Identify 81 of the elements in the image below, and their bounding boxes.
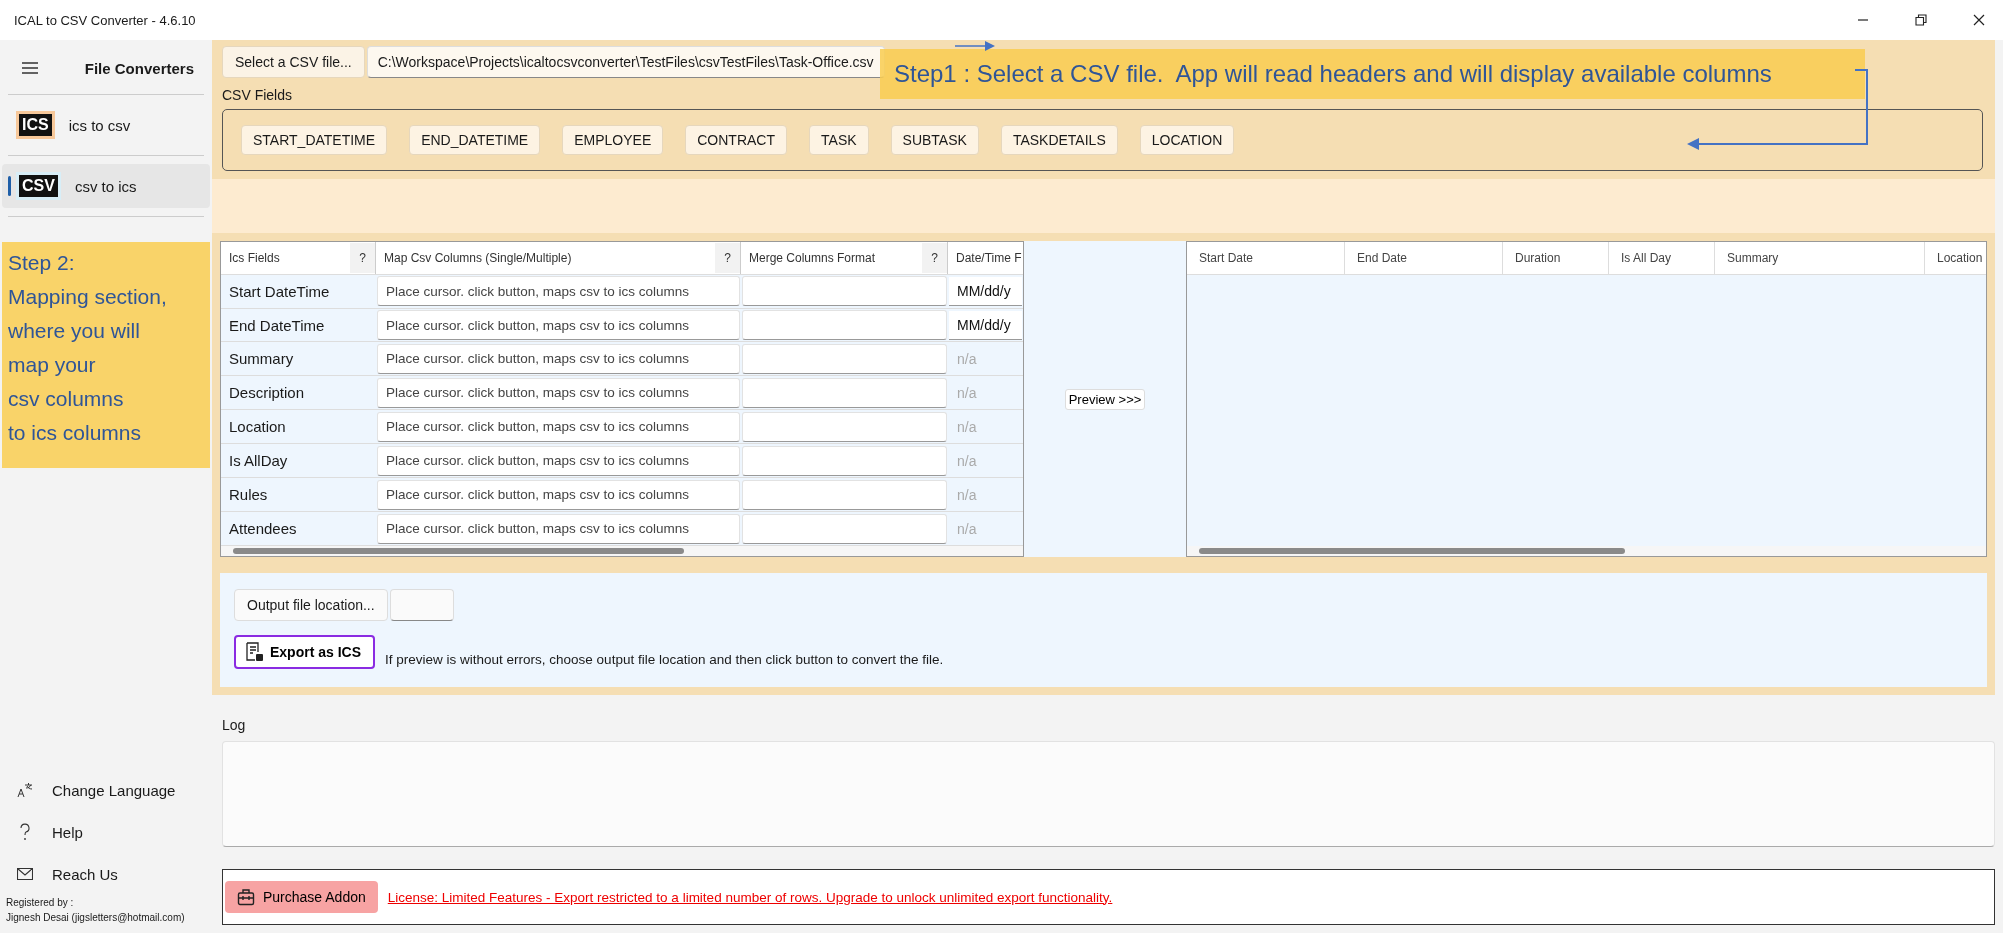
scrollbar[interactable] bbox=[221, 546, 1023, 556]
format-input[interactable] bbox=[742, 377, 947, 408]
date-format-field[interactable]: MM/dd/y bbox=[949, 310, 1022, 340]
csv-field-chip[interactable]: START_DATETIME bbox=[241, 125, 388, 155]
mapping-input[interactable]: Place cursor. click button, maps csv to ics columns bbox=[377, 310, 740, 340]
table-cell: Is AllDay bbox=[229, 452, 288, 470]
registration-text: Jignesh Desai (jigsletters@hotmail.com) bbox=[6, 911, 186, 925]
section-label: CSV Fields bbox=[222, 87, 294, 103]
restore-icon[interactable] bbox=[1915, 14, 1927, 26]
column-header: Start Date bbox=[1199, 251, 1254, 265]
output-location-button[interactable]: Output file location... bbox=[234, 589, 388, 621]
menu-icon[interactable] bbox=[22, 62, 38, 74]
csv-field-chip[interactable]: SUBTASK bbox=[890, 125, 979, 155]
window-title: ICAL to CSV Converter - 4.6.10 bbox=[14, 12, 196, 28]
language-icon bbox=[17, 782, 33, 798]
csv-field-chip[interactable]: TASK bbox=[809, 125, 869, 155]
file-path-field[interactable]: C:\Workspace\Projects\icaltocsvconverter\TestFiles\csvTestFiles\Task-Office.csv bbox=[366, 46, 885, 78]
output-path-field[interactable] bbox=[389, 589, 454, 621]
table-cell: Summary bbox=[229, 350, 294, 368]
format-input[interactable] bbox=[742, 411, 947, 442]
table-cell: End DateTime bbox=[229, 316, 325, 334]
preview-button[interactable]: Preview >>> bbox=[1064, 388, 1146, 410]
document-icon bbox=[246, 642, 264, 662]
format-input[interactable] bbox=[742, 479, 947, 510]
registration-text: Registered by : bbox=[6, 896, 75, 910]
callout-arrow bbox=[955, 40, 995, 52]
sidebar-link[interactable]: Help bbox=[0, 811, 212, 853]
csv-field-chip[interactable]: EMPLOYEE bbox=[562, 125, 664, 155]
help-button[interactable]: ? bbox=[922, 242, 947, 273]
column-header: Duration bbox=[1515, 251, 1561, 265]
help-icon bbox=[19, 823, 31, 841]
help-button[interactable]: ? bbox=[350, 242, 375, 273]
sidebar-item[interactable]: ICS ics to csv bbox=[2, 103, 210, 147]
date-format-field: n/a bbox=[949, 344, 1022, 373]
date-format-field: n/a bbox=[949, 446, 1022, 475]
file-badge-icon: ICS bbox=[16, 111, 55, 139]
mapping-input[interactable]: Place cursor. click button, maps csv to ics columns bbox=[377, 276, 740, 307]
scrollbar[interactable] bbox=[1187, 546, 1986, 556]
table-cell: Attendees bbox=[229, 520, 297, 538]
column-header: Merge Columns Format bbox=[749, 250, 876, 265]
format-input[interactable] bbox=[742, 445, 947, 476]
close-icon[interactable] bbox=[1973, 14, 1985, 26]
format-input[interactable] bbox=[742, 310, 947, 340]
date-format-field: n/a bbox=[949, 514, 1022, 543]
column-header: Summary bbox=[1727, 251, 1779, 265]
column-header: Ics Fields bbox=[229, 250, 280, 265]
table-cell: Start DateTime bbox=[229, 282, 330, 300]
export-hint: If preview is without errors, choose output file location and then click button to convert the file. bbox=[385, 652, 944, 669]
date-format-field[interactable]: MM/dd/y bbox=[949, 276, 1022, 306]
column-header: End Date bbox=[1357, 251, 1408, 265]
step-callout: Step1 : Select a CSV file. App will read headers and will display available columns bbox=[880, 49, 1865, 99]
select-file-button[interactable]: Select a CSV file... bbox=[222, 46, 365, 78]
format-input[interactable] bbox=[742, 513, 947, 544]
column-header: Date/Time F bbox=[956, 250, 1022, 265]
date-format-field: n/a bbox=[949, 480, 1022, 509]
purchase-button[interactable]: Purchase Addon bbox=[225, 881, 378, 913]
csv-field-chip[interactable]: TASKDETAILS bbox=[1000, 125, 1118, 155]
date-format-field: n/a bbox=[949, 378, 1022, 407]
help-button[interactable]: ? bbox=[715, 242, 740, 273]
format-input[interactable] bbox=[742, 276, 947, 307]
sidebar-title: File Converters bbox=[84, 59, 194, 77]
column-header: Is All Day bbox=[1621, 251, 1671, 265]
export-button[interactable]: Export as ICS bbox=[234, 635, 376, 669]
csv-field-chip[interactable]: CONTRACT bbox=[685, 125, 788, 155]
file-badge-icon: CSV bbox=[16, 172, 61, 200]
table-cell: Rules bbox=[229, 486, 268, 504]
mail-icon bbox=[17, 868, 33, 880]
table-cell: Description bbox=[229, 384, 305, 402]
sidebar-link[interactable]: Reach Us bbox=[0, 853, 212, 895]
csv-field-chip[interactable]: END_DATETIME bbox=[409, 125, 541, 155]
license-link[interactable]: License: Limited Features - Export restricted to a limited number of rows. Upgrade to unlock unlimited export functionality. bbox=[387, 889, 1113, 905]
column-header: Map Csv Columns (Single/Multiple) bbox=[384, 250, 572, 265]
format-input[interactable] bbox=[742, 343, 947, 374]
date-format-field: n/a bbox=[949, 412, 1022, 441]
sidebar-link[interactable]: Change Language bbox=[0, 769, 212, 811]
step-callout: Step 2: Mapping section, where you will map your csv columns to ics columns bbox=[2, 242, 210, 468]
sidebar-item[interactable]: CSV csv to ics bbox=[2, 164, 210, 208]
log-label: Log bbox=[222, 717, 247, 733]
csv-field-chip[interactable]: LOCATION bbox=[1139, 125, 1235, 155]
table-cell: Location bbox=[229, 418, 286, 436]
column-header: Location bbox=[1937, 251, 1983, 265]
